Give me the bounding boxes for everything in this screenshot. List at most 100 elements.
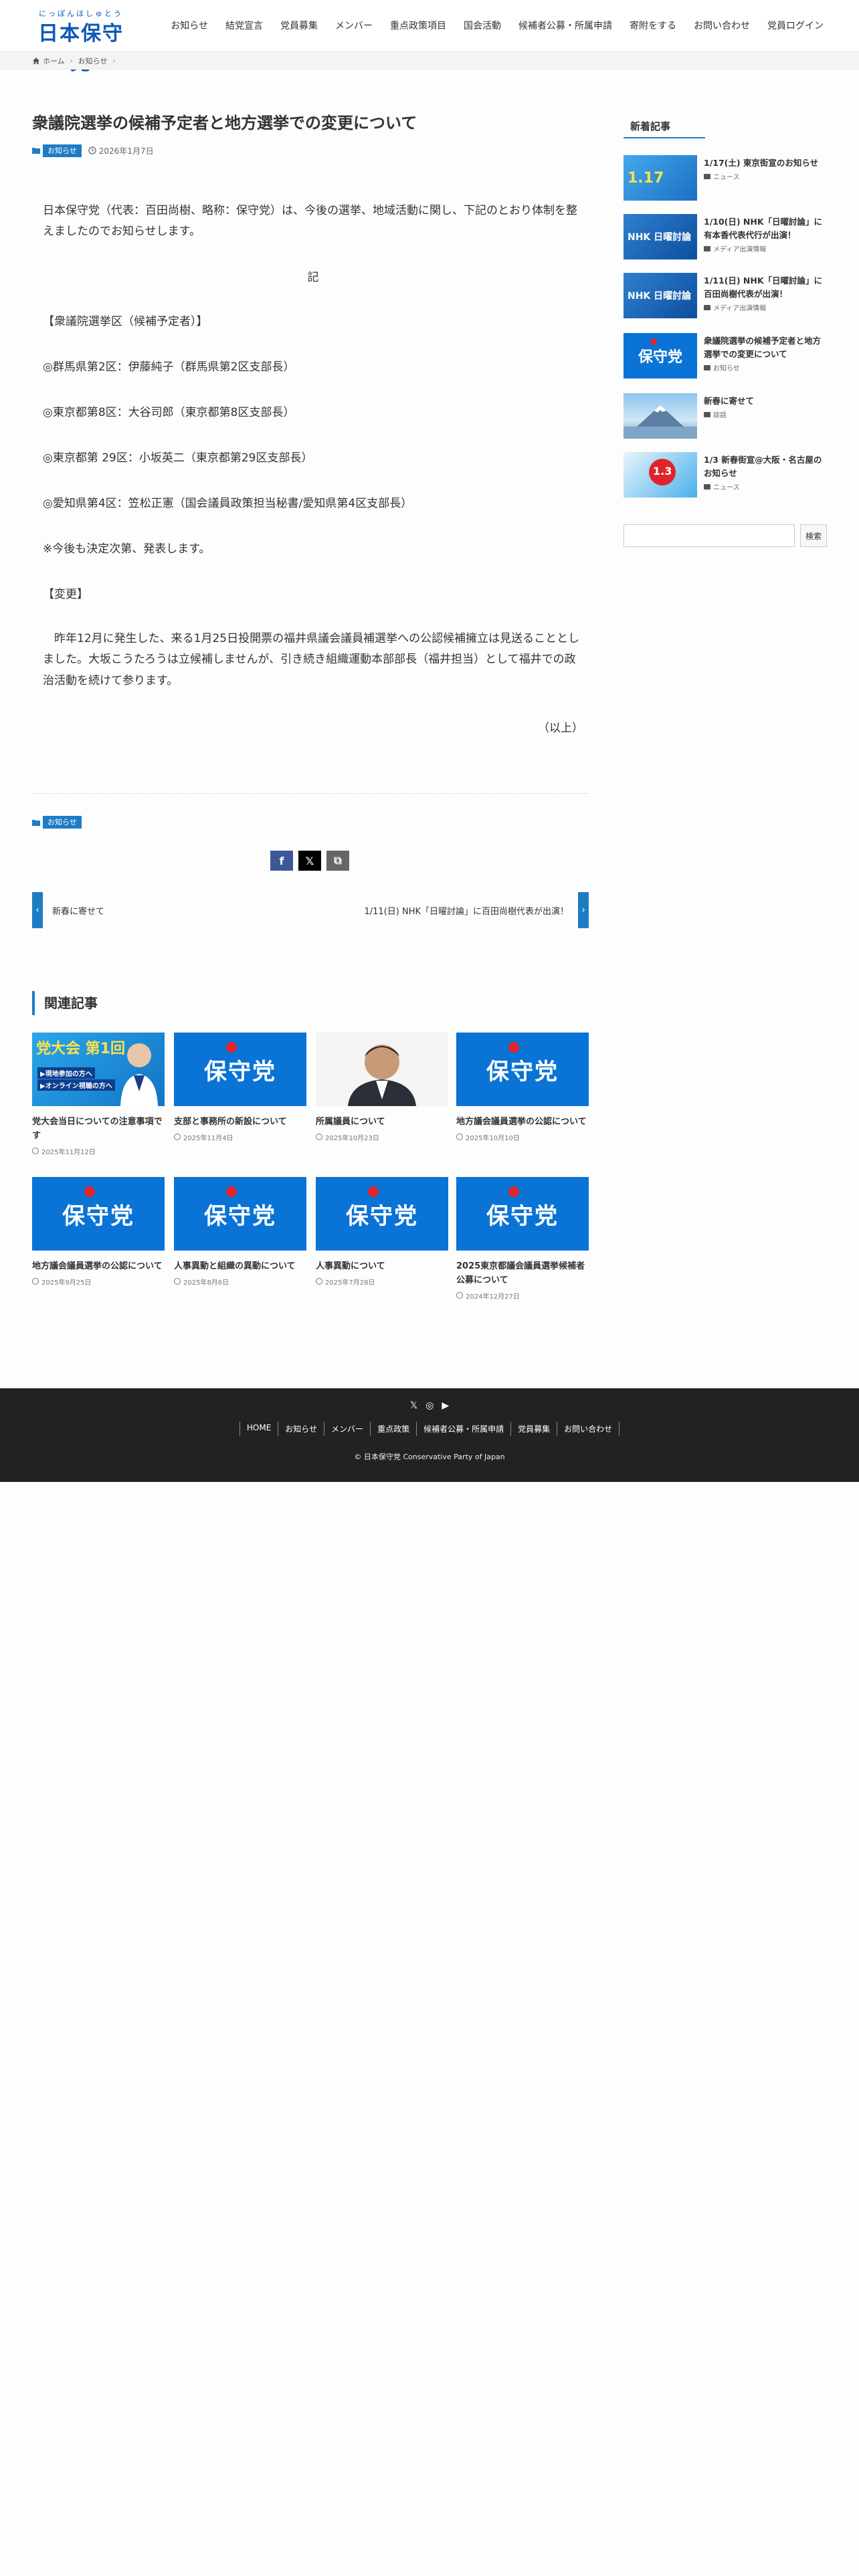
folder-icon	[704, 245, 710, 251]
related-card[interactable]: 保守党 支部と事務所の新設について 2025年11月4日	[174, 1033, 306, 1142]
sidebar-post-title: 1/11(日) NHK「日曜討論」に百田尚樹代表が出演！	[704, 276, 823, 299]
related-card[interactable]: 保守党 人事異動について 2025年7月28日	[316, 1177, 448, 1287]
related-card[interactable]: 保守党 地方議会議員選挙の公認について 2025年10月10日	[456, 1033, 589, 1142]
prev-post-link[interactable]: ‹ 新春に寄せて	[32, 892, 300, 928]
sidebar-post-category: ニュース	[704, 481, 740, 492]
x-icon[interactable]: 𝕏	[410, 1400, 417, 1411]
thumb-logo-text: 保守党	[486, 1058, 559, 1085]
footer-link-contact[interactable]: お問い合わせ	[557, 1422, 620, 1436]
copyright: © 日本保守党 Conservative Party of Japan	[354, 1453, 505, 1461]
clock-icon	[88, 146, 96, 154]
next-post-link[interactable]: 1/11(日) NHK「日曜討論」に百田尚樹代表が出演！ ›	[321, 892, 589, 928]
folder-icon	[32, 819, 40, 826]
paragraph-ki: 記	[307, 271, 319, 284]
page-title: 衆議院選挙の候補予定者と地方選挙での変更について	[32, 114, 417, 132]
thumb-text: NHK 日曜討論	[628, 291, 692, 302]
nav-item-diet[interactable]: 国会活動	[455, 19, 510, 32]
category-badge[interactable]: お知らせ	[43, 816, 82, 829]
nav-item-contact[interactable]: お問い合わせ	[685, 19, 759, 32]
thumbnail: 1.17	[624, 155, 697, 201]
nav-item-donate[interactable]: 寄附をする	[621, 19, 685, 32]
related-card[interactable]: 所属議員について 2025年10月23日	[316, 1033, 448, 1142]
related-card[interactable]: 党大会 第1回 ▶現地参加の方へ ▶オンライン視聴の方へ 党大会当日についての注…	[32, 1033, 165, 1156]
thumbnail: 保守党	[316, 1177, 448, 1251]
youtube-icon[interactable]: ▶	[442, 1400, 449, 1411]
post-date: 2026年1月7日	[98, 146, 154, 156]
chevron-right-icon: ›	[578, 892, 589, 928]
date-text: 2025年10月23日	[325, 1134, 379, 1142]
sidebar: 新着記事 1.17 1/17(土) 東京街宣のお知らせ ニュース NHK 日曜討…	[624, 115, 827, 547]
footer-link-members[interactable]: メンバー	[324, 1422, 370, 1436]
nav-item-candidates[interactable]: 候補者公募・所属申請	[510, 19, 621, 32]
site-footer: 𝕏 ◎ ▶ HOME お知らせ メンバー 重点政策 候補者公募・所属申請 党員募…	[0, 1388, 859, 1482]
sidebar-post-item[interactable]: 1.17 1/17(土) 東京街宣のお知らせ ニュース	[624, 155, 827, 206]
instagram-icon[interactable]: ◎	[425, 1400, 434, 1411]
nav-item-recruit[interactable]: 党員募集	[272, 19, 326, 32]
date-text: 2025年8月6日	[183, 1279, 229, 1287]
thumb-sub: ▶現地参加の方へ	[37, 1067, 95, 1079]
search-form: 検索	[624, 524, 827, 547]
sidebar-post-item[interactable]: NHK 日曜討論 1/10(日) NHK「日曜討論」に有本香代表代行が出演！ メ…	[624, 214, 827, 265]
logo-dot	[226, 1186, 237, 1197]
footer-link-home[interactable]: HOME	[239, 1422, 278, 1436]
divider	[32, 793, 589, 794]
related-card[interactable]: 保守党 地方議会議員選挙の公認について 2025年9月25日	[32, 1177, 165, 1287]
thumb-logo-text: 保守党	[346, 1202, 418, 1230]
footer-link-news[interactable]: お知らせ	[278, 1422, 324, 1436]
next-post-title: 1/11(日) NHK「日曜討論」に百田尚樹代表が出演！	[364, 906, 569, 917]
paragraph-ijou: （以上）	[538, 722, 583, 735]
site-header: にっぽんほしゅとう 日本保守党 お知らせ 結党宣言 党員募集 メンバー 重点政策…	[0, 0, 859, 75]
sidebar-post-category: メディア出演情報	[704, 302, 766, 312]
sidebar-post-item[interactable]: 新春に寄せて 談話	[624, 393, 827, 444]
thumbnail	[316, 1033, 448, 1106]
x-share-button[interactable]: 𝕏	[298, 851, 321, 871]
date-text: 2025年11月12日	[41, 1148, 96, 1156]
nav-item-declaration[interactable]: 結党宣言	[217, 19, 272, 32]
logo-dot	[508, 1042, 519, 1053]
portrait-photo	[316, 1033, 448, 1106]
mountain-image	[624, 405, 697, 439]
thumbnail: 保守党	[456, 1177, 589, 1251]
related-title: 党大会当日についての注意事項です	[32, 1117, 163, 1141]
breadcrumb-home[interactable]: ホーム	[43, 56, 65, 66]
related-title: 人事異動について	[316, 1261, 385, 1271]
breadcrumb-current[interactable]: お知らせ	[78, 56, 108, 66]
facebook-share-button[interactable]: f	[270, 851, 293, 871]
search-input[interactable]	[624, 524, 795, 547]
nav-item-news[interactable]: お知らせ	[162, 19, 217, 32]
site-logo[interactable]: にっぽんほしゅとう 日本保守党	[31, 8, 131, 75]
category-badge[interactable]: お知らせ	[43, 144, 82, 157]
date-text: 2025年11月4日	[183, 1134, 233, 1142]
person-illustration	[120, 1043, 158, 1106]
nav-item-members[interactable]: メンバー	[326, 19, 381, 32]
related-card[interactable]: 保守党 2025東京都議会議員選挙候補者公募について 2024年12月27日	[456, 1177, 589, 1301]
related-date: 2025年10月10日	[456, 1132, 589, 1142]
related-card[interactable]: 保守党 人事異動と組織の異動について 2025年8月6日	[174, 1177, 306, 1287]
sidebar-post-category: 談話	[704, 409, 727, 419]
nav-item-policy[interactable]: 重点政策項目	[381, 19, 455, 32]
paragraph: ◎愛知県第4区：笠松正憲（国会議員政策担当秘書/愛知県第4区支部長）	[43, 497, 413, 510]
footer-link-policy[interactable]: 重点政策	[370, 1422, 416, 1436]
article: 衆議院選挙の候補予定者と地方選挙での変更について お知らせ 2026年1月7日 …	[32, 112, 589, 735]
thumbnail	[624, 393, 697, 439]
related-date: 2025年11月12日	[32, 1146, 165, 1156]
copy-link-button[interactable]: ⧉	[326, 851, 349, 871]
chevron-right-icon: ›	[70, 57, 73, 65]
social-links: 𝕏 ◎ ▶	[0, 1400, 859, 1411]
breadcrumb: ホーム › お知らせ ›	[0, 51, 859, 70]
footer-link-candidates[interactable]: 候補者公募・所属申請	[416, 1422, 510, 1436]
sidebar-post-item[interactable]: 保守党 衆議院選挙の候補予定者と地方選挙での変更について お知らせ	[624, 333, 827, 384]
search-button[interactable]: 検索	[800, 524, 827, 547]
clock-icon	[456, 1134, 463, 1141]
nav-item-login[interactable]: 党員ログイン	[759, 19, 832, 32]
category-text: メディア出演情報	[713, 246, 767, 253]
paragraph: 【変更】	[43, 588, 88, 601]
sidebar-post-item[interactable]: NHK 日曜討論 1/11(日) NHK「日曜討論」に百田尚樹代表が出演！ メデ…	[624, 273, 827, 324]
paragraph: ◎東京都第 29区：小坂英二（東京都第29区支部長）	[43, 451, 313, 465]
thumb-text: 1.3	[653, 465, 672, 477]
sidebar-post-item[interactable]: 1.3 1/3 新春街宣@大阪・名古屋のお知らせ ニュース	[624, 452, 827, 503]
footer-link-recruit[interactable]: 党員募集	[510, 1422, 557, 1436]
logo-dot	[650, 338, 657, 345]
related-date: 2025年7月28日	[316, 1277, 448, 1287]
related-title: 所属議員について	[316, 1117, 385, 1127]
